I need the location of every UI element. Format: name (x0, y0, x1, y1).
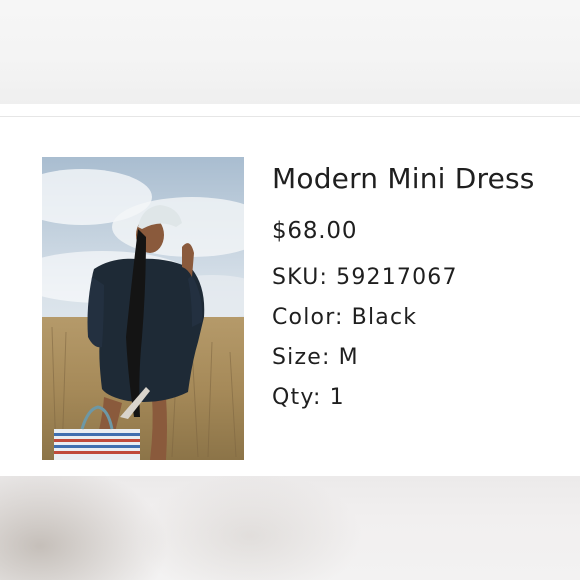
qty-row: Qty: 1 (272, 383, 572, 413)
color-label: Color: (272, 305, 344, 330)
product-details: Modern Mini Dress $68.00 SKU: 59217067 Co… (272, 159, 572, 413)
screen: Modern Mini Dress $68.00 SKU: 59217067 Co… (0, 0, 580, 580)
qty-label: Qty: (272, 385, 322, 410)
size-value: M (338, 345, 359, 370)
qty-value: 1 (329, 385, 345, 410)
order-item-card: Modern Mini Dress $68.00 SKU: 59217067 Co… (0, 117, 580, 476)
size-row: Size: M (272, 343, 572, 373)
product-photo-illustration (42, 157, 244, 460)
sku-row: SKU: 59217067 (272, 263, 572, 293)
color-value: Black (351, 305, 418, 330)
size-label: Size: (272, 345, 331, 370)
sku-value: 59217067 (336, 265, 458, 290)
blurred-background-bottom (0, 476, 580, 580)
product-image[interactable] (42, 157, 244, 460)
color-row: Color: Black (272, 303, 572, 333)
blurred-background-top (0, 0, 580, 104)
product-price: $68.00 (272, 218, 358, 244)
sku-label: SKU: (272, 265, 329, 290)
product-title[interactable]: Modern Mini Dress (272, 159, 572, 199)
